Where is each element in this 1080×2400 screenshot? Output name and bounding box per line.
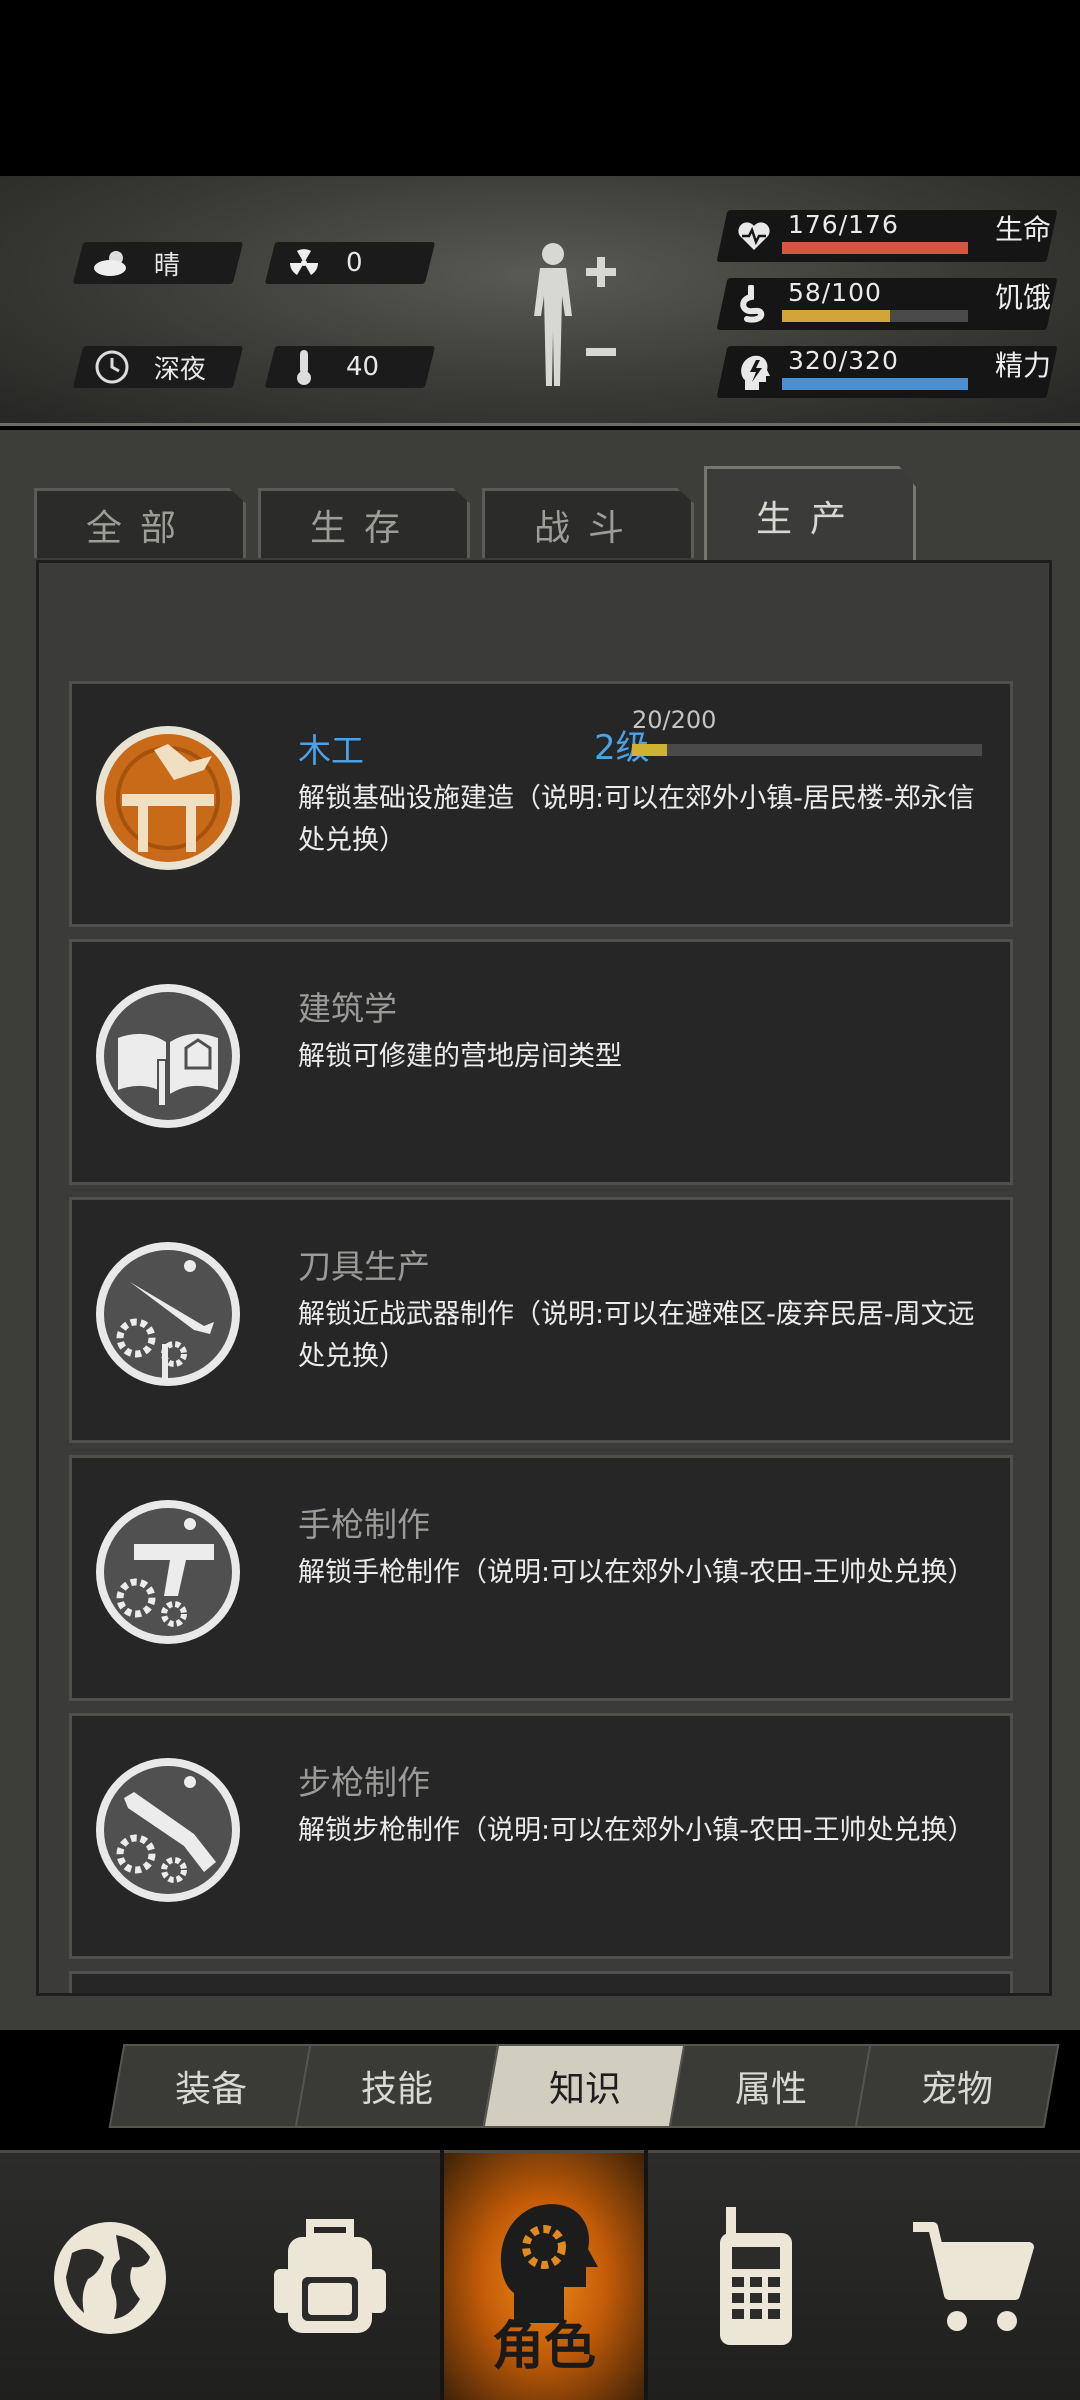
tab-all[interactable]: 全部 <box>34 488 246 558</box>
knowledge-desc: 解锁近战武器制作（说明:可以在避难区-废弃民居-周文远处兑换） <box>298 1299 975 1372</box>
knife-gear-icon <box>94 1226 242 1402</box>
subtab-skills[interactable]: 技能 <box>294 2044 500 2128</box>
knowledge-card-blades[interactable]: 刀具生产 解锁近战武器制作（说明:可以在避难区-废弃民居-周文远处兑换） <box>69 1197 1013 1443</box>
energy-label: 精力 <box>995 349 1052 382</box>
knowledge-card-pistol[interactable]: 手枪制作 解锁手枪制作（说明:可以在郊外小镇-农田-王帅处兑换） <box>69 1455 1013 1701</box>
time-indicator: 深夜 <box>72 346 244 388</box>
heart-pulse-icon <box>734 214 774 258</box>
knowledge-desc: 解锁可修建的营地房间类型 <box>298 1041 622 1072</box>
radiation-icon <box>284 243 324 283</box>
subtab-attributes[interactable]: 属性 <box>668 2044 874 2128</box>
nav-character-label: 角色 <box>491 2317 596 2377</box>
rifle-gear-icon <box>94 1742 242 1918</box>
radiation-value: 0 <box>346 248 363 278</box>
status-bar: 晴 0 深夜 40 176/176 生命 58/100 饥饿 320/320 精… <box>0 176 1080 426</box>
weather-text: 晴 <box>154 250 181 281</box>
nav-radio-button[interactable] <box>648 2153 864 2400</box>
temperature-value: 40 <box>346 352 380 382</box>
shopping-cart-icon <box>913 2222 1034 2331</box>
weather-indicator: 晴 <box>72 242 244 284</box>
nav-map-button[interactable] <box>0 2153 220 2400</box>
cloud-icon <box>92 243 132 283</box>
knowledge-name: 建筑学 <box>298 989 397 1028</box>
thermometer-icon <box>284 347 324 387</box>
knowledge-name: 木工 <box>298 731 364 770</box>
temperature-indicator: 40 <box>264 346 436 388</box>
nav-divider <box>440 2150 444 2400</box>
health-bar <box>782 242 968 254</box>
bottom-nav: 角色 <box>0 2150 1080 2400</box>
carpentry-icon <box>94 710 242 886</box>
globe-icon <box>54 2222 166 2334</box>
walkie-talkie-icon <box>720 2207 792 2345</box>
body-status-button[interactable] <box>520 236 630 396</box>
subtab-equipment[interactable]: 装备 <box>108 2044 314 2128</box>
xp-bar <box>632 744 982 756</box>
subtab-pets[interactable]: 宠物 <box>854 2044 1060 2128</box>
knowledge-desc: 解锁步枪制作（说明:可以在郊外小镇-农田-王帅处兑换） <box>298 1815 975 1846</box>
human-body-icon <box>534 243 616 386</box>
energy-value: 320/320 <box>788 346 899 375</box>
health-value: 176/176 <box>788 210 899 239</box>
tab-survival[interactable]: 生存 <box>258 488 470 558</box>
hunger-bar <box>782 310 968 322</box>
knowledge-card-architecture[interactable]: 建筑学 解锁可修建的营地房间类型 <box>69 939 1013 1185</box>
health-label: 生命 <box>995 213 1052 246</box>
knowledge-name: 步枪制作 <box>298 1763 430 1802</box>
tab-combat[interactable]: 战斗 <box>482 488 694 558</box>
blueprint-book-icon <box>94 968 242 1144</box>
nav-character-button[interactable]: 角色 <box>444 2153 644 2400</box>
subtab-knowledge[interactable]: 知识 <box>482 2044 688 2128</box>
nav-divider <box>644 2150 648 2400</box>
knowledge-card-next[interactable] <box>69 1971 1013 1993</box>
hunger-label: 饥饿 <box>995 281 1052 314</box>
knowledge-card-carpentry[interactable]: 木工 2级 20/200 解锁基础设施建造（说明:可以在郊外小镇-居民楼-郑永信… <box>69 681 1013 927</box>
hunger-value: 58/100 <box>788 278 882 307</box>
clock-icon <box>92 347 132 387</box>
tab-production[interactable]: 生产 <box>704 466 916 562</box>
head-energy-icon <box>734 350 774 394</box>
knowledge-list[interactable]: 木工 2级 20/200 解锁基础设施建造（说明:可以在郊外小镇-居民楼-郑永信… <box>36 560 1052 1996</box>
time-text: 深夜 <box>154 354 207 385</box>
radiation-indicator: 0 <box>264 242 436 284</box>
nav-shop-button[interactable] <box>864 2153 1080 2400</box>
stomach-icon <box>734 282 774 326</box>
backpack-icon <box>274 2219 386 2333</box>
knowledge-desc: 解锁基础设施建造（说明:可以在郊外小镇-居民楼-郑永信处兑换） <box>298 783 975 856</box>
knowledge-name: 手枪制作 <box>298 1505 430 1544</box>
knowledge-desc: 解锁手枪制作（说明:可以在郊外小镇-农田-王帅处兑换） <box>298 1557 975 1588</box>
xp-text: 20/200 <box>632 706 717 734</box>
nav-backpack-button[interactable] <box>220 2153 440 2400</box>
knowledge-card-rifle[interactable]: 步枪制作 解锁步枪制作（说明:可以在郊外小镇-农田-王帅处兑换） <box>69 1713 1013 1959</box>
energy-bar <box>782 378 968 390</box>
pistol-gear-icon <box>94 1484 242 1660</box>
knowledge-name: 刀具生产 <box>298 1247 430 1286</box>
